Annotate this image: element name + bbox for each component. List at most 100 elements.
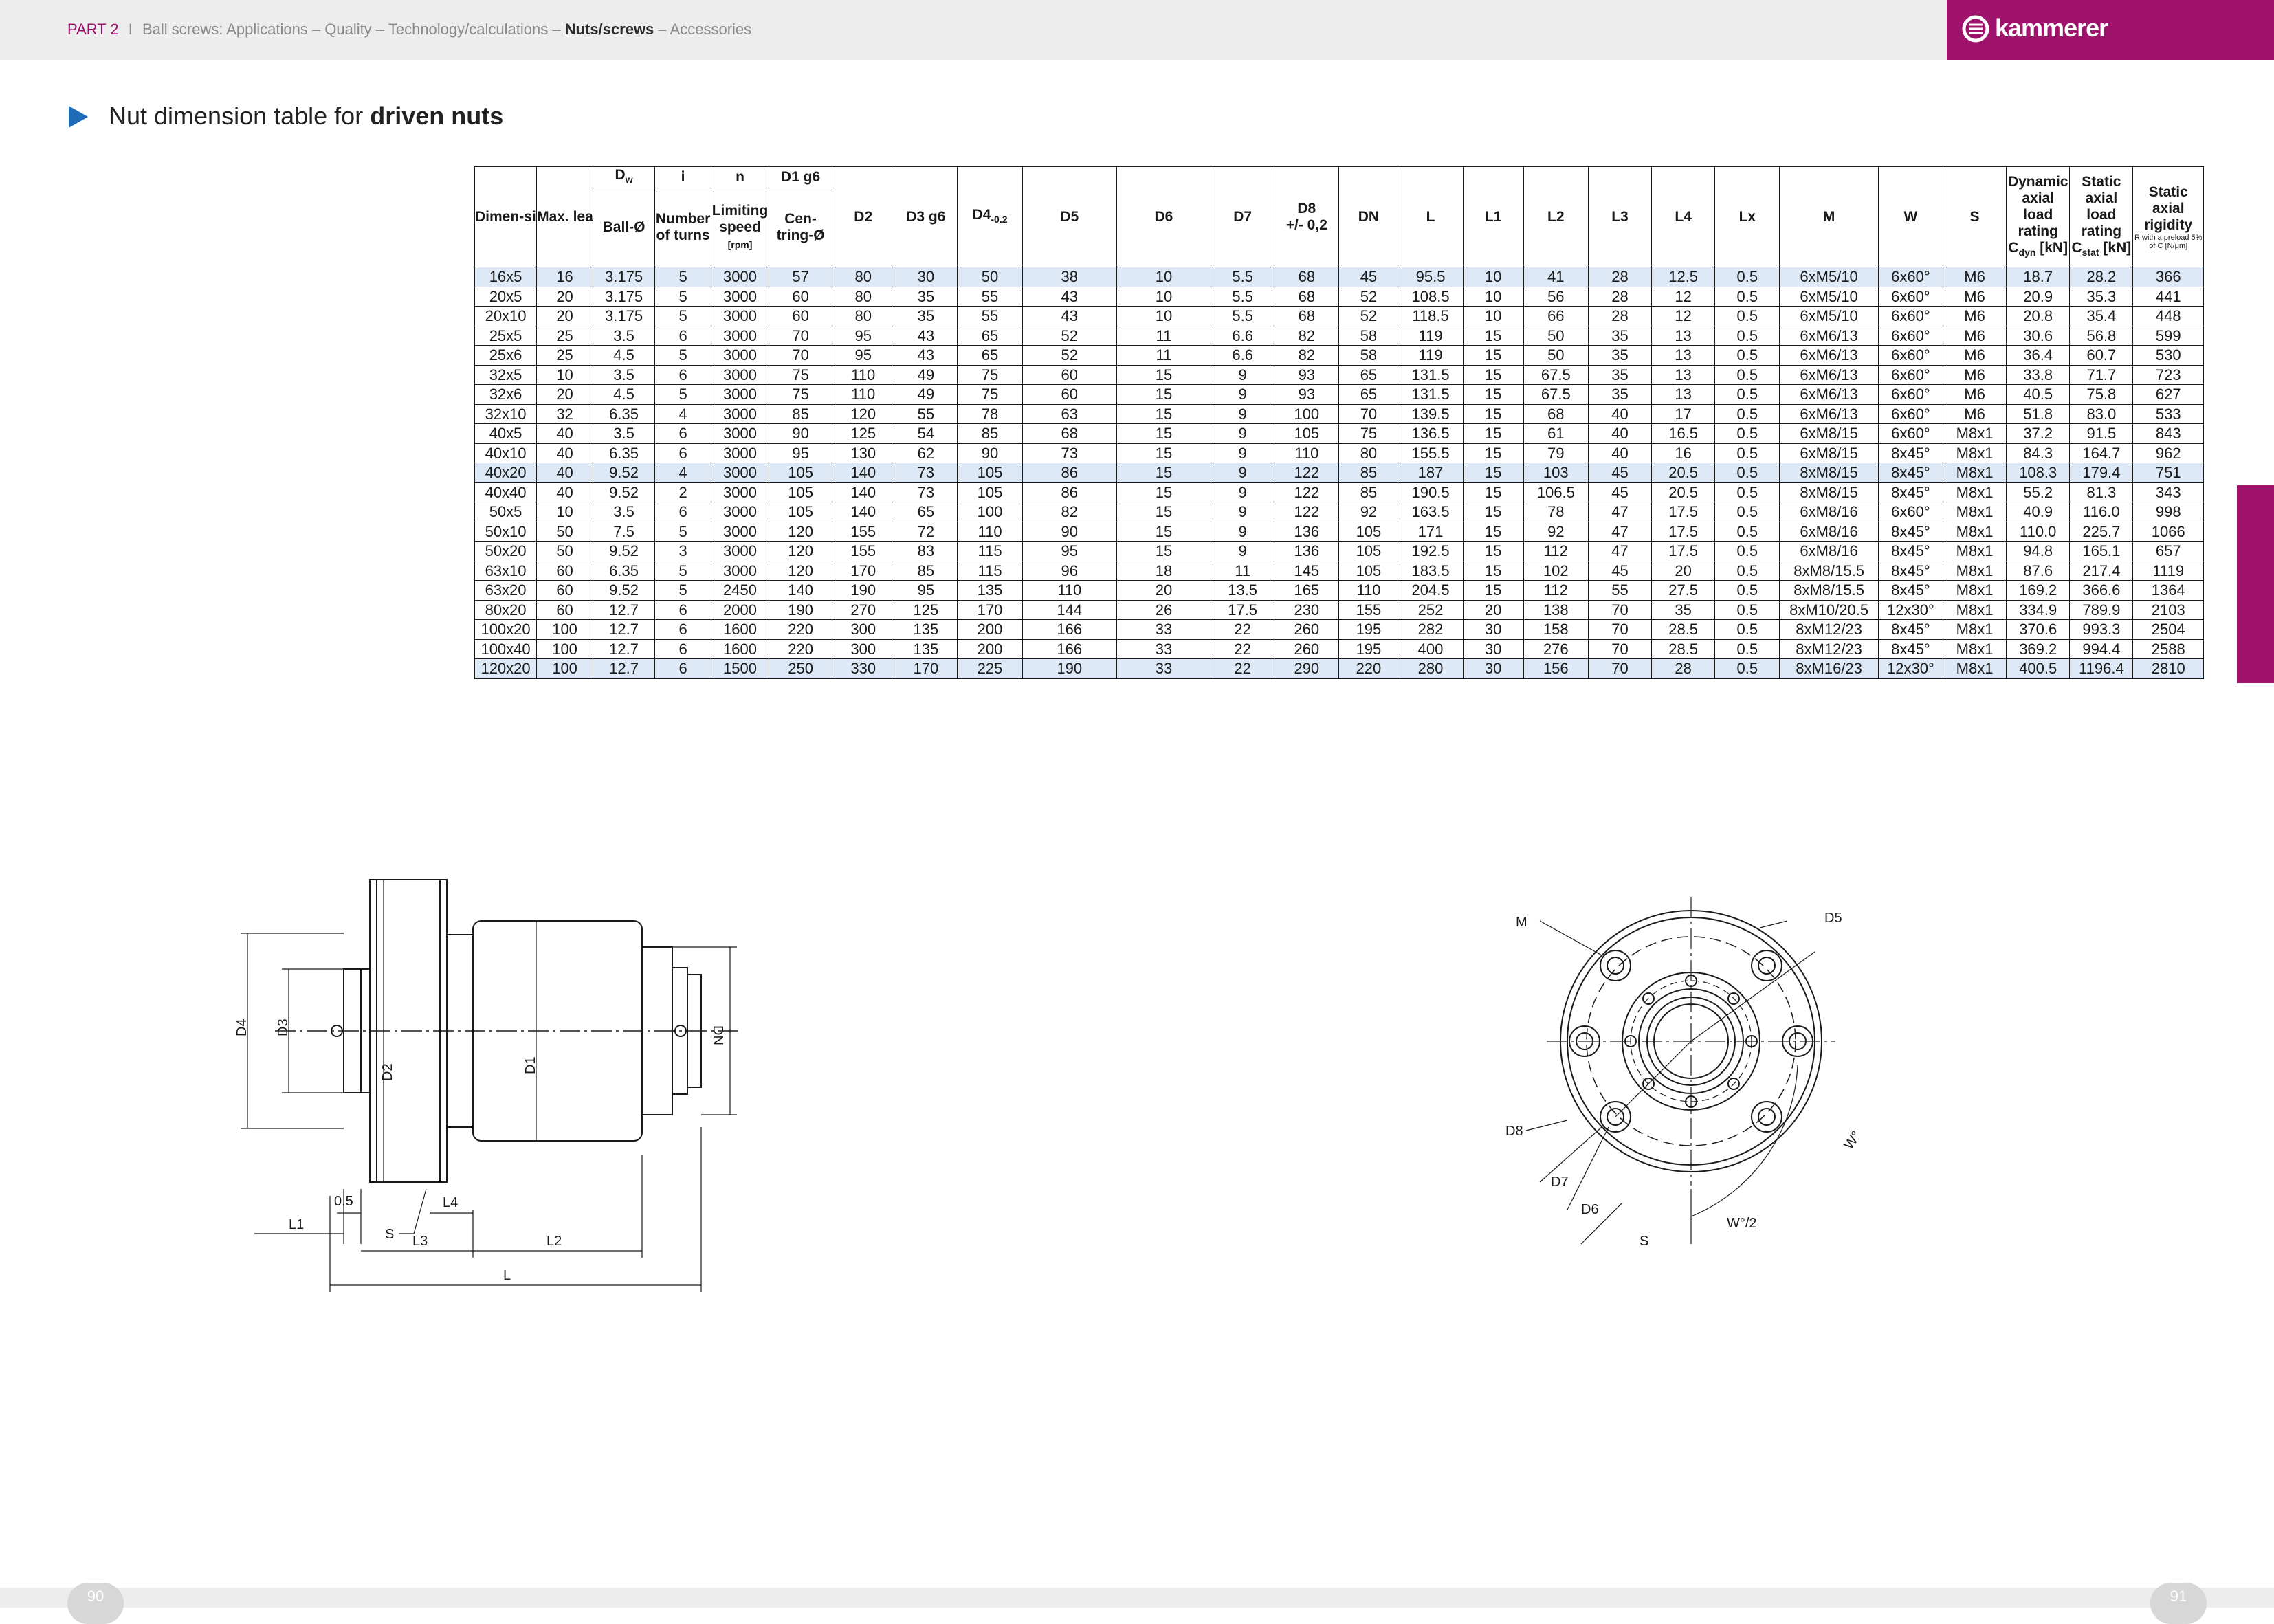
table-cell: 15: [1462, 443, 1524, 464]
table-cell: 530: [2132, 345, 2204, 366]
table-cell: 12: [1651, 286, 1716, 307]
table-cell: 15: [1462, 364, 1524, 386]
table-cell: 8xM8/15.5: [1779, 560, 1879, 581]
table-cell: 139.5: [1398, 403, 1464, 425]
table-cell: 3000: [711, 560, 769, 581]
table-cell: 400: [1398, 638, 1464, 660]
table-cell: 15: [1462, 403, 1524, 425]
table-cell: M8x1: [1942, 560, 2007, 581]
table-cell: 80: [832, 267, 895, 287]
table-cell: 3.175: [593, 286, 656, 307]
table-cell: 67.5: [1523, 384, 1589, 405]
table-cell: 22: [1211, 658, 1275, 679]
table-cell: M8x1: [1942, 463, 2007, 483]
table-cell: 40x5: [474, 423, 538, 444]
table-cell: 82: [1022, 502, 1117, 522]
table-cell: 100x20: [474, 619, 538, 640]
table-cell: 73: [1022, 443, 1117, 464]
table-cell: 50x10: [474, 521, 538, 542]
table-cell: 13: [1651, 345, 1716, 366]
table-cell: 20.9: [2006, 286, 2071, 307]
table-cell: 12.7: [593, 599, 656, 621]
table-cell: 20: [536, 286, 594, 307]
table-cell: 657: [2132, 541, 2204, 561]
table-cell: 3.175: [593, 306, 656, 326]
table-cell: 0.5: [1714, 502, 1780, 522]
table-cell: 55: [1587, 580, 1653, 601]
table-cell: 45: [1587, 482, 1653, 503]
table-cell: 135: [957, 580, 1023, 601]
label-l4: L4: [443, 1195, 458, 1210]
table-cell: 2450: [711, 580, 769, 601]
table-row: 20x10 20 3.175 5 3000 60 80 35 55 43 10 5.5 68 52 118.…: [474, 306, 2204, 326]
table-cell: 40x40: [474, 482, 538, 503]
table-cell: 49: [894, 364, 958, 386]
label-l1: L1: [289, 1217, 304, 1232]
table-cell: 30: [1462, 658, 1524, 679]
table-cell: 35.4: [2069, 306, 2134, 326]
table-cell: 5: [654, 580, 712, 601]
table-cell: 115: [957, 541, 1023, 561]
table-cell: 6xM6/13: [1779, 325, 1879, 346]
table-cell: M8x1: [1942, 638, 2007, 660]
table-cell: 81.3: [2069, 482, 2134, 503]
table-cell: 12.5: [1651, 267, 1716, 287]
table-cell: 110: [1274, 443, 1340, 464]
table-cell: 8x45°: [1877, 541, 1943, 561]
table-cell: 105: [957, 463, 1023, 483]
table-cell: 68: [1022, 423, 1117, 444]
table-cell: 230: [1274, 599, 1340, 621]
table-cell: 8x45°: [1877, 580, 1943, 601]
table-cell: 60: [536, 599, 594, 621]
table-cell: 45: [1587, 560, 1653, 581]
table-cell: 120x20: [474, 658, 538, 679]
table-row: 32x10 32 6.35 4 3000 85 120 55 78 63 15 9 100 70 139.5…: [474, 403, 2204, 425]
table-cell: 55.2: [2006, 482, 2071, 503]
table-cell: 75: [957, 364, 1023, 386]
table-cell: 75.8: [2069, 384, 2134, 405]
table-cell: 122: [1274, 502, 1340, 522]
table-cell: 4.5: [593, 384, 656, 405]
table-cell: 0.5: [1714, 638, 1780, 660]
breadcrumb-tail[interactable]: – Accessories: [654, 21, 751, 38]
table-cell: 10: [1462, 286, 1524, 307]
side-view-drawing: D4 D3 D2 D1 DN L1 0.5 S L4 L3 L2 L: [234, 879, 742, 1292]
table-cell: 366.6: [2069, 580, 2134, 601]
col-speed: Limiting speed [rpm]: [711, 188, 769, 268]
table-cell: 106.5: [1523, 482, 1589, 503]
table-cell: 0.5: [1714, 306, 1780, 326]
table-cell: 45: [1587, 463, 1653, 483]
table-cell: 50: [957, 267, 1023, 287]
table-cell: 110: [832, 364, 895, 386]
table-row: 40x20 40 9.52 4 3000 105 140 73 105 86 15 9 122 85 187…: [474, 463, 2204, 483]
table-cell: 723: [2132, 364, 2204, 386]
breadcrumb-active[interactable]: Nuts/screws: [565, 21, 654, 38]
table-cell: 5.5: [1211, 286, 1275, 307]
col-static-load: Static axial load rating Cstat [kN]: [2069, 166, 2134, 268]
table-cell: 627: [2132, 384, 2204, 405]
table-cell: 17.5: [1651, 541, 1716, 561]
table-cell: 3.5: [593, 502, 656, 522]
table-cell: 0.5: [1714, 619, 1780, 640]
table-cell: M8x1: [1942, 502, 2007, 522]
table-cell: 95: [832, 325, 895, 346]
table-row: 100x20 100 12.7 6 1600 220 300 135 200 166 33 22 260…: [474, 619, 2204, 640]
table-cell: 95.5: [1398, 267, 1464, 287]
table-cell: 40x10: [474, 443, 538, 464]
table-cell: 225.7: [2069, 521, 2134, 542]
table-cell: 56: [1523, 286, 1589, 307]
table-cell: 102: [1523, 560, 1589, 581]
breadcrumb-lead[interactable]: Ball screws: Applications – Quality – Te…: [142, 21, 565, 38]
table-cell: 40: [536, 482, 594, 503]
table-cell: 125: [832, 423, 895, 444]
table-cell: 8xM12/23: [1779, 638, 1879, 660]
breadcrumb-part[interactable]: PART 2: [67, 21, 119, 38]
table-cell: 94.8: [2006, 541, 2071, 561]
label-d3: D3: [276, 1019, 291, 1036]
nut-dimension-table: Dimen-sions Max. lead Dw i n D1 g6 D2 D3…: [474, 166, 2204, 679]
table-cell: 60: [768, 286, 833, 307]
table-cell: 18.7: [2006, 267, 2071, 287]
header-bar: PART 2 I Ball screws: Applications – Qua…: [0, 0, 1947, 60]
table-cell: 156: [1523, 658, 1589, 679]
table-cell: 3000: [711, 463, 769, 483]
